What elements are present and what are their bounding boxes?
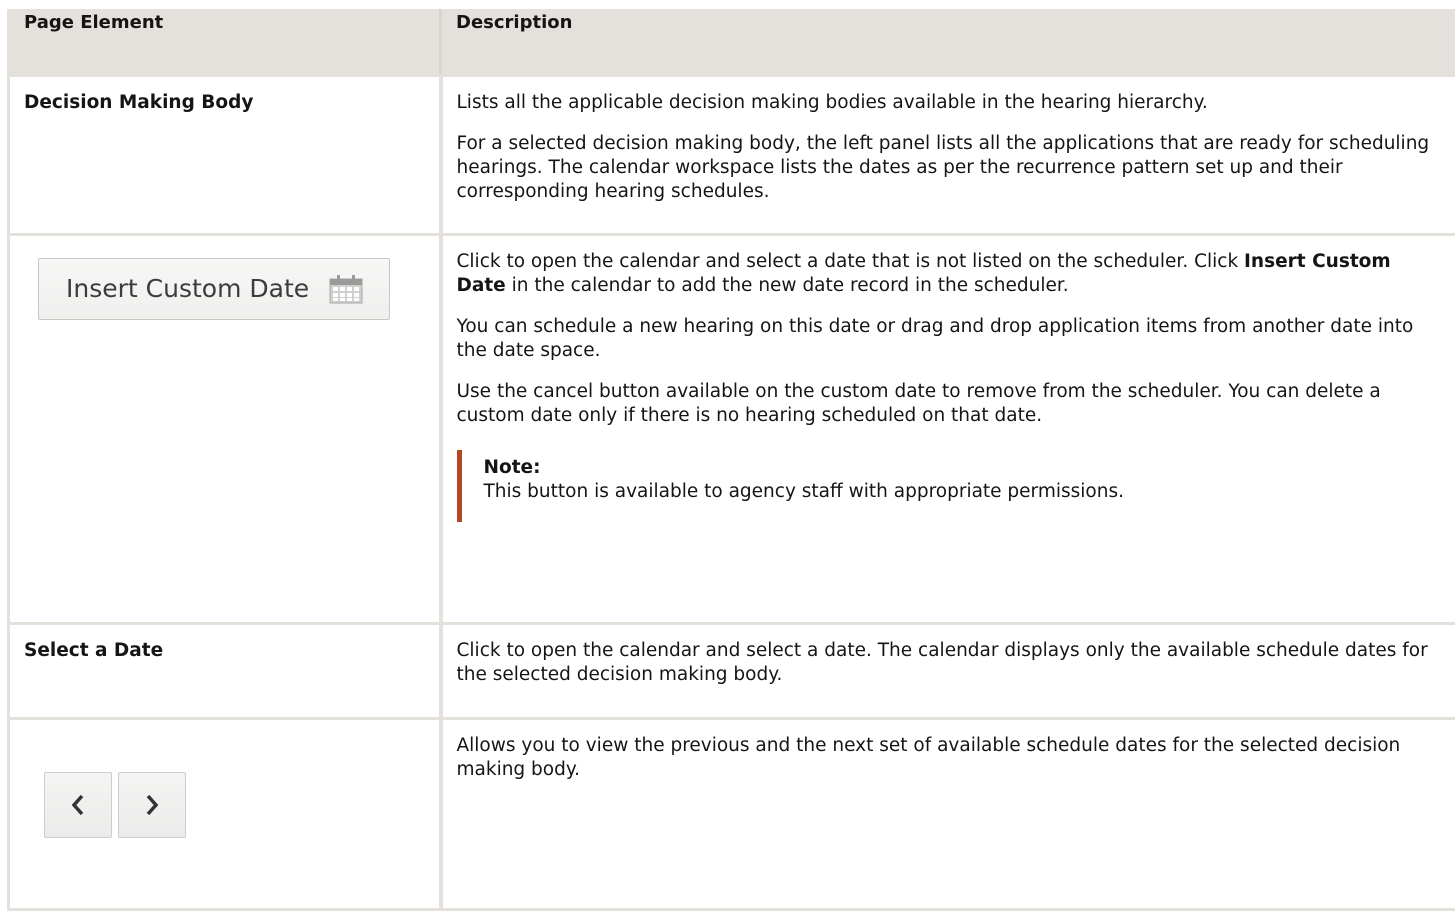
chevron-right-icon	[144, 793, 160, 817]
next-dates-button[interactable]	[118, 772, 186, 838]
note-title: Note:	[484, 456, 1442, 480]
table-row: Decision Making Body Lists all the appli…	[9, 76, 1455, 235]
description-cell: Click to open the calendar and select a …	[441, 235, 1455, 624]
element-label-select-a-date: Select a Date	[24, 640, 163, 661]
description-paragraph: Click to open the calendar and select a …	[457, 639, 1442, 687]
table-row: Allows you to view the previous and the …	[9, 719, 1455, 910]
header-description: Description	[441, 11, 1455, 76]
table-header-row: Page Element Description	[9, 11, 1455, 76]
description-paragraph: Allows you to view the previous and the …	[457, 734, 1442, 782]
table-row: Select a Date Click to open the calendar…	[9, 624, 1455, 719]
description-paragraph: Lists all the applicable decision making…	[457, 91, 1442, 115]
element-label-decision-making-body: Decision Making Body	[24, 92, 253, 113]
description-paragraph: You can schedule a new hearing on this d…	[457, 315, 1442, 363]
date-navigation-buttons	[44, 772, 425, 838]
description-paragraph: For a selected decision making body, the…	[457, 132, 1442, 204]
insert-custom-date-button[interactable]: Insert Custom Date	[38, 258, 390, 320]
previous-dates-button[interactable]	[44, 772, 112, 838]
calendar-icon	[329, 274, 363, 304]
description-cell: Lists all the applicable decision making…	[441, 76, 1455, 235]
table-row: Insert Custom Date	[9, 235, 1455, 624]
note-text: This button is available to agency staff…	[484, 481, 1124, 502]
note-box: Note: This button is available to agency…	[457, 450, 1442, 522]
insert-custom-date-label: Insert Custom Date	[66, 277, 309, 301]
chevron-left-icon	[70, 793, 86, 817]
description-paragraph: Click to open the calendar and select a …	[457, 250, 1442, 298]
description-paragraph: Use the cancel button available on the c…	[457, 380, 1442, 428]
page-element-table: Page Element Description Decision Making…	[7, 9, 1455, 911]
description-cell: Allows you to view the previous and the …	[441, 719, 1455, 910]
element-cell: Select a Date	[9, 624, 441, 719]
description-text: Click to open the calendar and select a …	[457, 251, 1245, 272]
description-text: in the calendar to add the new date reco…	[506, 275, 1069, 296]
element-cell: Decision Making Body	[9, 76, 441, 235]
element-cell: Insert Custom Date	[9, 235, 441, 624]
header-page-element: Page Element	[9, 11, 441, 76]
element-cell	[9, 719, 441, 910]
description-cell: Click to open the calendar and select a …	[441, 624, 1455, 719]
